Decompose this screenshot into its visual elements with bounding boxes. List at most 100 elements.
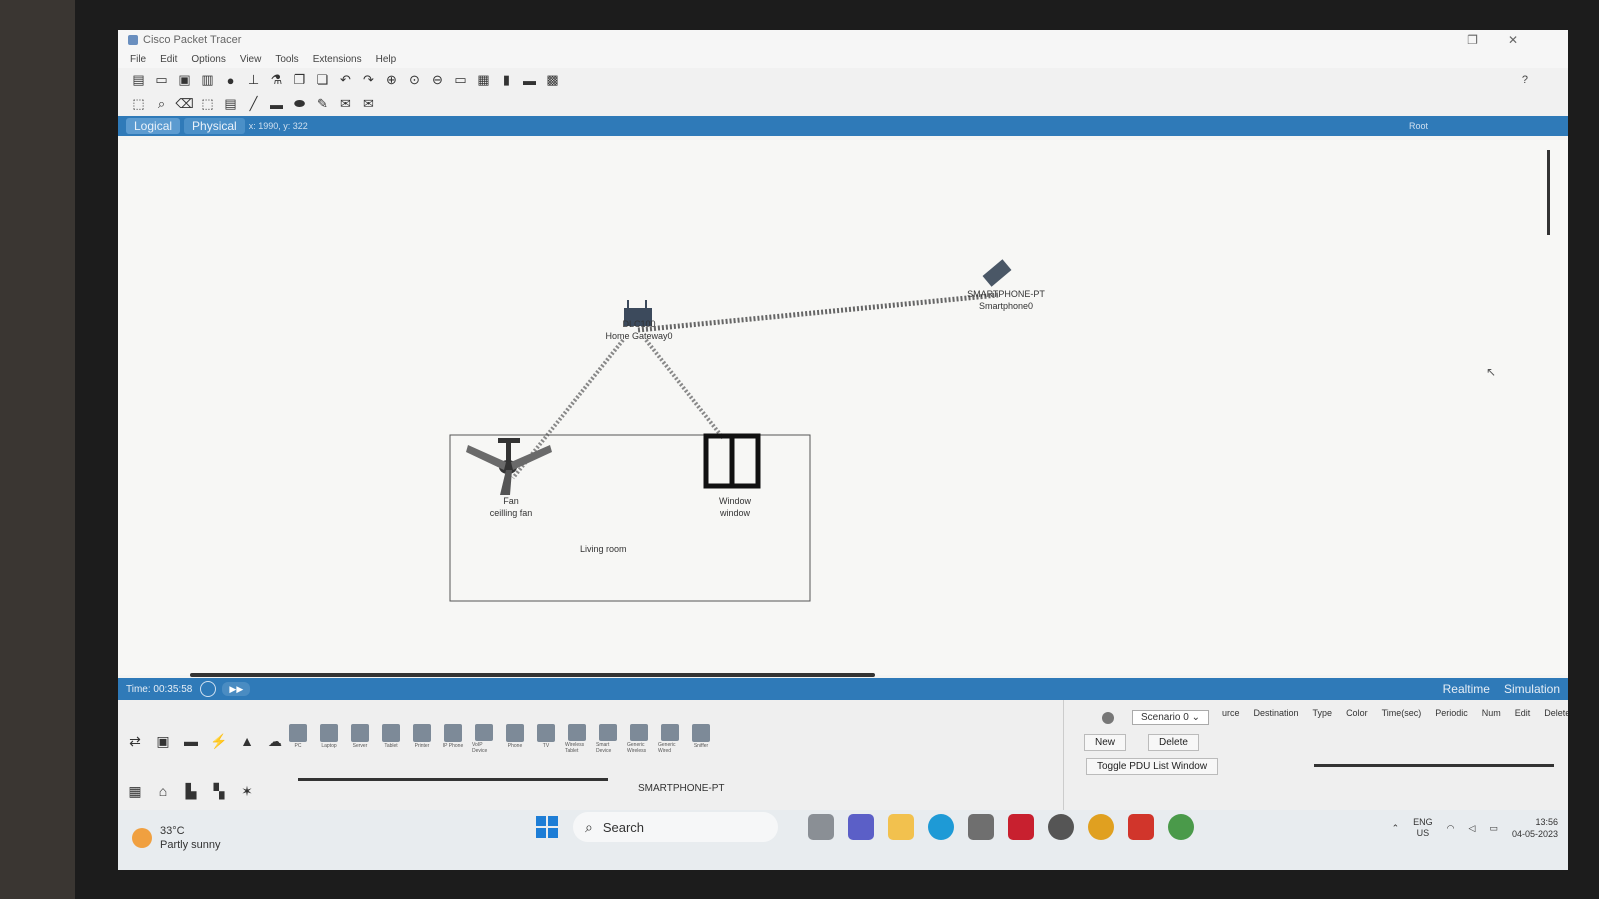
vertical-scrollbar[interactable] bbox=[1547, 150, 1550, 235]
smart-city-icon[interactable]: ▙ bbox=[180, 780, 202, 802]
paste-icon[interactable]: ❏ bbox=[314, 72, 331, 89]
device-server[interactable]: Server bbox=[348, 724, 372, 754]
delete-icon[interactable]: ⌫ bbox=[175, 96, 193, 113]
store-icon[interactable] bbox=[968, 814, 994, 840]
components-icon[interactable]: ▬ bbox=[180, 730, 202, 752]
fast-forward-button[interactable]: ▶▶ bbox=[222, 682, 251, 696]
menu-tools[interactable]: Tools bbox=[275, 54, 298, 65]
new-file-icon[interactable]: ▤ bbox=[130, 72, 147, 89]
ceiling-fan-icon[interactable] bbox=[466, 438, 552, 495]
ellipse-icon[interactable]: ⬬ bbox=[291, 96, 308, 113]
line-icon[interactable]: ╱ bbox=[245, 96, 262, 113]
volume-icon[interactable]: ◁ bbox=[1469, 823, 1476, 834]
custom-device-icon[interactable]: ▦ bbox=[475, 72, 492, 89]
root-label[interactable]: Root bbox=[1409, 121, 1428, 131]
end-devices-subicon[interactable]: ▦ bbox=[124, 780, 146, 802]
device-laptop[interactable]: Laptop bbox=[317, 724, 341, 754]
menu-options[interactable]: Options bbox=[191, 54, 225, 65]
viewport-icon[interactable]: ▮ bbox=[498, 72, 515, 89]
device-tv[interactable]: TV bbox=[534, 724, 558, 754]
screenshot-icon[interactable]: ▩ bbox=[544, 72, 561, 89]
device-wireless-tablet[interactable]: Wireless Tablet bbox=[565, 724, 589, 754]
weather-widget[interactable]: 33°C Partly sunny bbox=[132, 824, 221, 852]
print-icon[interactable]: ▥ bbox=[199, 72, 216, 89]
industrial-icon[interactable]: ▚ bbox=[208, 780, 230, 802]
teams-chat-icon[interactable] bbox=[848, 814, 874, 840]
horizontal-scrollbar[interactable] bbox=[190, 673, 875, 677]
close-button[interactable]: ✕ bbox=[1508, 33, 1518, 47]
dell-icon[interactable] bbox=[1048, 814, 1074, 840]
battery-icon[interactable]: ▭ bbox=[1489, 823, 1498, 834]
menu-edit[interactable]: Edit bbox=[160, 54, 177, 65]
image-icon[interactable]: ▬ bbox=[521, 72, 538, 89]
realtime-mode-tab[interactable]: Realtime bbox=[1443, 682, 1490, 696]
zoom-out-icon[interactable]: ⊖ bbox=[429, 72, 446, 89]
network-wizard-icon[interactable]: ⊥ bbox=[245, 72, 262, 89]
maximize-button[interactable]: ❐ bbox=[1467, 33, 1478, 47]
connections-icon[interactable]: ⚡ bbox=[208, 730, 230, 752]
scenario-info-icon[interactable] bbox=[1102, 712, 1114, 724]
language-indicator[interactable]: ENG US bbox=[1413, 817, 1433, 839]
device-smart-device[interactable]: Smart Device bbox=[596, 724, 620, 754]
freeform-icon[interactable]: ✎ bbox=[314, 96, 331, 113]
chevron-up-icon[interactable]: ⌃ bbox=[1392, 823, 1400, 834]
info-icon[interactable]: ● bbox=[222, 72, 239, 89]
drawing-palette-icon[interactable]: ▭ bbox=[452, 72, 469, 89]
select-icon[interactable]: ⬚ bbox=[130, 96, 147, 113]
start-button[interactable] bbox=[536, 816, 558, 838]
multiuser-icon[interactable]: ☁ bbox=[264, 730, 286, 752]
simulation-mode-tab[interactable]: Simulation bbox=[1504, 682, 1560, 696]
copy-icon[interactable]: ❐ bbox=[291, 72, 308, 89]
mcafee-icon[interactable] bbox=[1008, 814, 1034, 840]
misc-icon[interactable]: ▲ bbox=[236, 730, 258, 752]
menu-help[interactable]: Help bbox=[376, 54, 397, 65]
clock[interactable]: 13:56 04-05-2023 bbox=[1512, 816, 1558, 840]
rectangle-icon[interactable]: ▬ bbox=[268, 96, 285, 113]
edge-icon[interactable] bbox=[928, 814, 954, 840]
tab-logical[interactable]: Logical bbox=[126, 118, 181, 134]
wifi-icon[interactable]: ◠ bbox=[1447, 823, 1455, 834]
tab-physical[interactable]: Physical bbox=[184, 118, 245, 134]
task-view-icon[interactable] bbox=[808, 814, 834, 840]
end-devices-icon[interactable]: ▣ bbox=[152, 730, 174, 752]
redo-icon[interactable]: ↷ bbox=[360, 72, 377, 89]
device-generic-wireless[interactable]: Generic Wireless bbox=[627, 724, 651, 754]
delete-scenario-button[interactable]: Delete bbox=[1148, 734, 1199, 751]
smartphone-icon[interactable] bbox=[982, 259, 1012, 287]
open-icon[interactable]: ▭ bbox=[153, 72, 170, 89]
undo-icon[interactable]: ↶ bbox=[337, 72, 354, 89]
toggle-pdu-list-button[interactable]: Toggle PDU List Window bbox=[1086, 758, 1219, 775]
scenario-select[interactable]: Scenario 0 ⌄ bbox=[1132, 710, 1209, 725]
home-icon[interactable]: ⌂ bbox=[152, 780, 174, 802]
network-devices-icon[interactable]: ⇄ bbox=[124, 730, 146, 752]
power-cycle-button[interactable] bbox=[200, 681, 217, 697]
device-printer[interactable]: Printer bbox=[410, 724, 434, 754]
device-voip[interactable]: VoIP Device bbox=[472, 724, 496, 754]
chrome-icon[interactable] bbox=[1088, 814, 1114, 840]
device-phone[interactable]: Phone bbox=[503, 724, 527, 754]
pdu-list-scrollbar[interactable] bbox=[1314, 764, 1554, 767]
zoom-in-icon[interactable]: ⊕ bbox=[383, 72, 400, 89]
simple-pdu-icon[interactable]: ✉ bbox=[337, 96, 354, 113]
menu-extensions[interactable]: Extensions bbox=[313, 54, 362, 65]
device-generic-wired[interactable]: Generic Wired bbox=[658, 724, 682, 754]
device-tablet[interactable]: Tablet bbox=[379, 724, 403, 754]
note-icon[interactable]: ▤ bbox=[222, 96, 239, 113]
device-pc[interactable]: PC bbox=[286, 724, 310, 754]
resize-icon[interactable]: ⬚ bbox=[199, 96, 216, 113]
inspect-icon[interactable]: ⌕ bbox=[153, 96, 170, 113]
zoom-reset-icon[interactable]: ⊙ bbox=[406, 72, 423, 89]
file-explorer-icon[interactable] bbox=[888, 814, 914, 840]
device-sniffer[interactable]: Sniffer bbox=[689, 724, 713, 754]
logical-workspace[interactable]: DLC100 Home Gateway0 SMARTPHONE-PT Smart… bbox=[118, 140, 1568, 677]
taskbar-search[interactable]: ⌕ Search bbox=[573, 812, 778, 842]
new-scenario-button[interactable]: New bbox=[1084, 734, 1127, 751]
save-icon[interactable]: ▣ bbox=[176, 72, 193, 89]
wps-office-icon[interactable] bbox=[1128, 814, 1154, 840]
palette-icon[interactable]: ⚗ bbox=[268, 72, 285, 89]
menu-view[interactable]: View bbox=[240, 54, 262, 65]
power-grid-icon[interactable]: ✶ bbox=[236, 780, 258, 802]
device-list-scrollbar[interactable] bbox=[298, 778, 608, 781]
device-ip-phone[interactable]: IP Phone bbox=[441, 724, 465, 754]
complex-pdu-icon[interactable]: ✉ bbox=[360, 96, 377, 113]
